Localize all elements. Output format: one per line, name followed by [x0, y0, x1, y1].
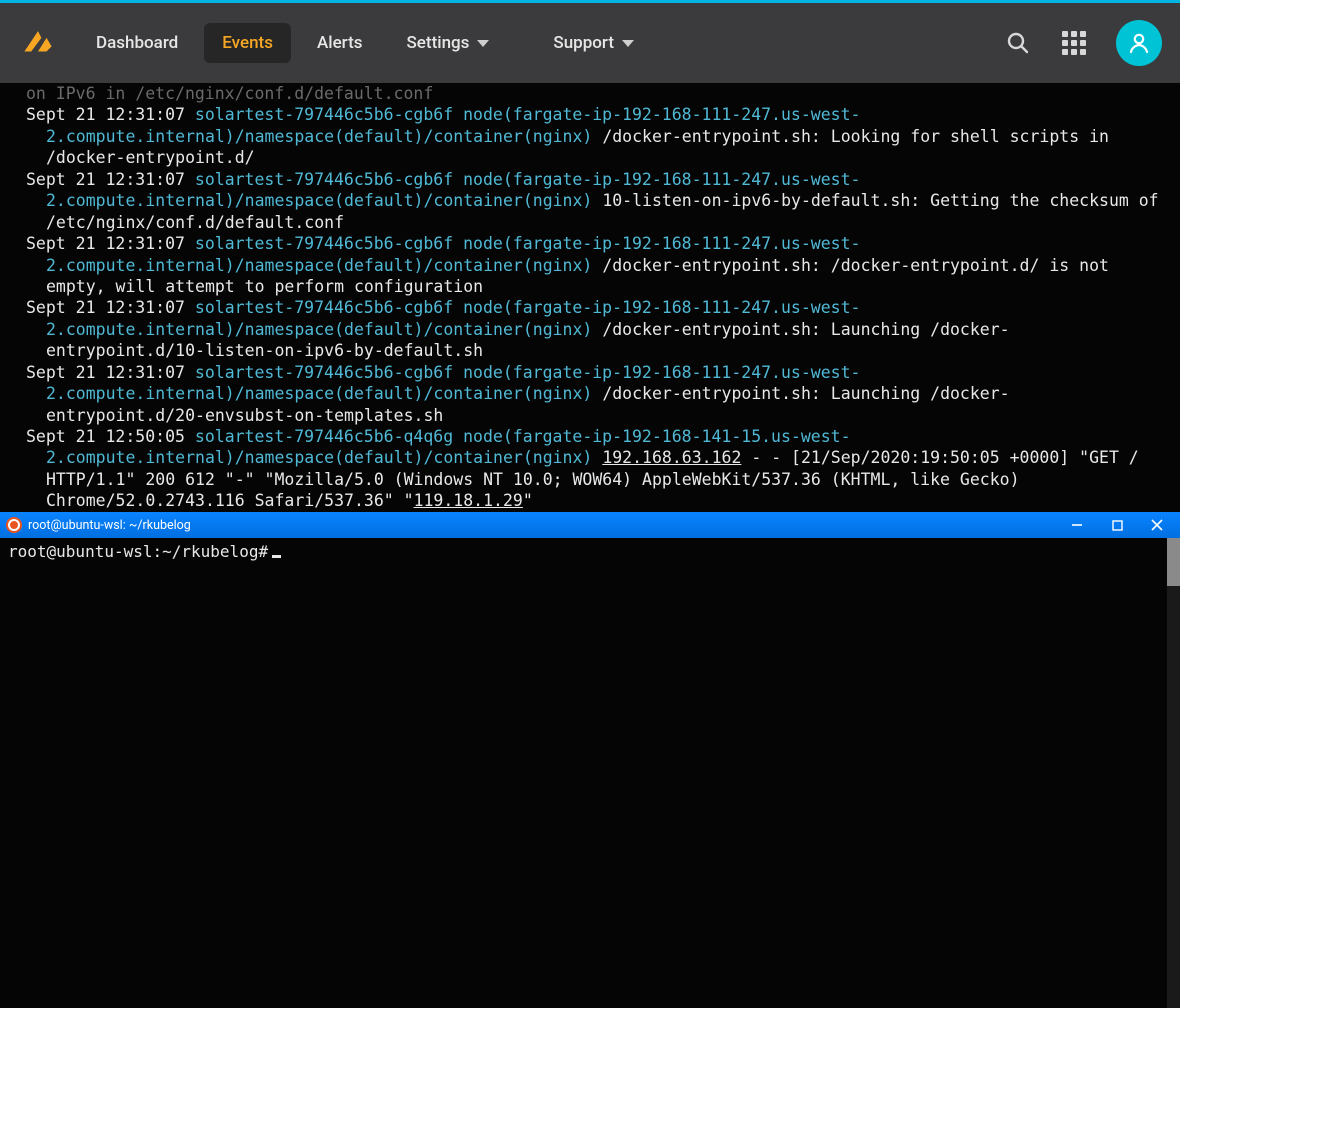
chevron-down-icon: [477, 40, 489, 47]
ip-link[interactable]: 119.18.1.29: [414, 491, 523, 510]
terminal-body[interactable]: root@ubuntu-wsl:~/rkubelog#: [0, 538, 1180, 1008]
maximize-icon: [1112, 520, 1123, 531]
window-titlebar[interactable]: root@ubuntu-wsl: ~/rkubelog: [0, 512, 1180, 538]
nav-label: Settings: [407, 33, 470, 53]
log-output[interactable]: on IPv6 in /etc/nginx/conf.d/default.con…: [0, 83, 1180, 512]
user-icon: [1127, 31, 1151, 55]
terminal-prompt: root@ubuntu-wsl:~/rkubelog#: [8, 542, 268, 561]
cursor: [272, 555, 281, 558]
nav-alerts[interactable]: Alerts: [299, 23, 381, 63]
nav-label: Alerts: [317, 33, 363, 53]
log-line: Sept 21 12:31:07 solartest-797446c5b6-cg…: [26, 362, 1160, 426]
maximize-button[interactable]: [1100, 515, 1134, 535]
scrollbar-thumb[interactable]: [1167, 538, 1180, 586]
nav-label: Dashboard: [96, 33, 178, 53]
nav-label: Support: [553, 33, 614, 53]
scrollbar-track[interactable]: [1167, 538, 1180, 1008]
user-avatar[interactable]: [1116, 20, 1162, 66]
apps-button[interactable]: [1050, 19, 1098, 67]
chevron-down-icon: [622, 40, 634, 47]
nav-dashboard[interactable]: Dashboard: [78, 23, 196, 63]
log-viewer-app: Dashboard Events Alerts Settings Support: [0, 0, 1180, 512]
ip-link[interactable]: 192.168.63.162: [602, 448, 741, 467]
navbar: Dashboard Events Alerts Settings Support: [0, 3, 1180, 83]
nav-events[interactable]: Events: [204, 23, 291, 63]
log-line: Sept 21 12:31:07 solartest-797446c5b6-cg…: [26, 104, 1160, 168]
solarwinds-logo-icon[interactable]: [18, 23, 58, 63]
minimize-icon: [1071, 519, 1083, 531]
apps-grid-icon: [1062, 31, 1086, 55]
terminal-window: root@ubuntu-wsl: ~/rkubelog root@ubuntu-…: [0, 512, 1180, 1008]
search-icon: [1006, 31, 1030, 55]
log-line: Sept 21 12:50:05 solartest-797446c5b6-q4…: [26, 426, 1160, 512]
close-icon: [1151, 519, 1163, 531]
log-line-cutoff: on IPv6 in /etc/nginx/conf.d/default.con…: [26, 83, 1160, 104]
window-title: root@ubuntu-wsl: ~/rkubelog: [28, 518, 191, 533]
minimize-button[interactable]: [1060, 515, 1094, 535]
ubuntu-icon: [6, 517, 22, 533]
log-line: Sept 21 12:31:07 solartest-797446c5b6-cg…: [26, 169, 1160, 233]
log-line: Sept 21 12:31:07 solartest-797446c5b6-cg…: [26, 297, 1160, 361]
close-button[interactable]: [1140, 515, 1174, 535]
search-button[interactable]: [994, 19, 1042, 67]
nav-support[interactable]: Support: [535, 23, 652, 63]
nav-label: Events: [222, 33, 273, 53]
nav-settings[interactable]: Settings: [389, 23, 508, 63]
log-line: Sept 21 12:31:07 solartest-797446c5b6-cg…: [26, 233, 1160, 297]
